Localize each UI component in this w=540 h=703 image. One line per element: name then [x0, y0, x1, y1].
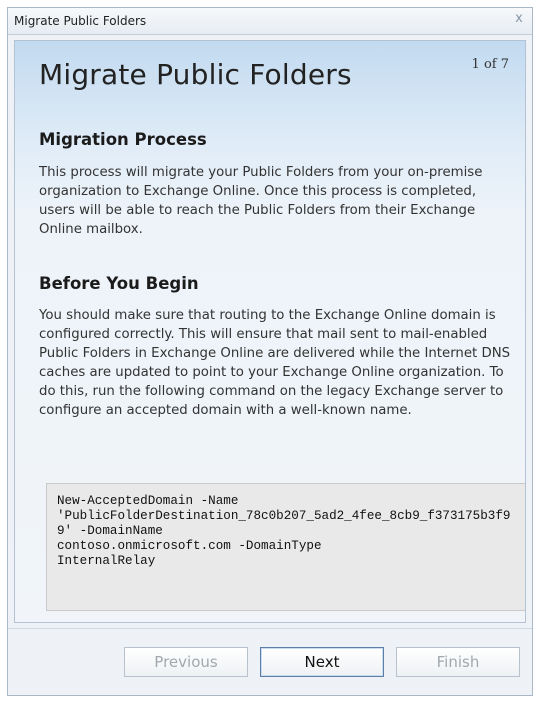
- section-heading-migration-process: Migration Process: [39, 130, 207, 149]
- button-bar: Previous Next Finish: [8, 628, 532, 695]
- wizard-dialog: Migrate Public Folders x Migrate Public …: [7, 7, 533, 696]
- finish-button[interactable]: Finish: [396, 647, 520, 677]
- section-heading-before-you-begin: Before You Begin: [39, 274, 199, 293]
- content-panel: Migrate Public Folders 1 of 7 Migration …: [14, 40, 526, 623]
- next-button[interactable]: Next: [260, 647, 384, 677]
- section-body-migration-process: This process will migrate your Public Fo…: [39, 165, 483, 237]
- section-body-before-you-begin: You should make sure that routing to the…: [39, 308, 511, 418]
- step-indicator: 1 of 7: [471, 57, 509, 72]
- dialog-titlebar: Migrate Public Folders x: [8, 8, 532, 35]
- command-box[interactable]: New-AcceptedDomain -Name 'PublicFolderDe…: [46, 483, 525, 611]
- close-icon[interactable]: x: [512, 12, 526, 26]
- previous-button[interactable]: Previous: [124, 647, 248, 677]
- command-text[interactable]: New-AcceptedDomain -Name 'PublicFolderDe…: [57, 494, 515, 569]
- dialog-title: Migrate Public Folders: [14, 14, 147, 28]
- page-title: Migrate Public Folders: [39, 58, 352, 91]
